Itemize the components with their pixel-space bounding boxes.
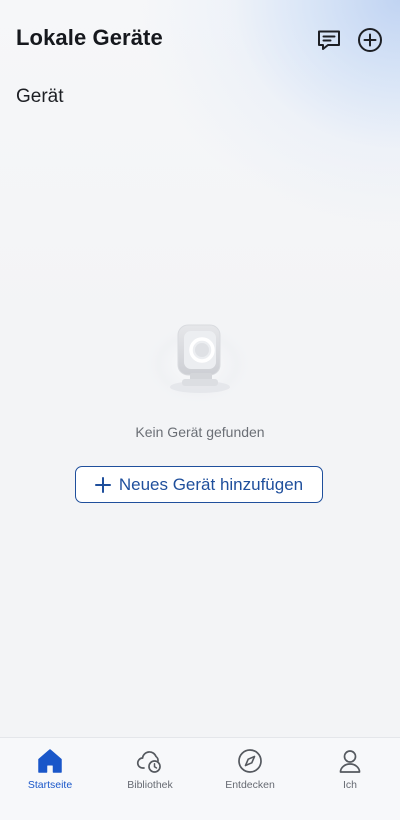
camera-device-illustration [140,305,260,405]
tab-entdecken[interactable]: Entdecken [200,738,300,820]
add-button[interactable] [356,26,384,54]
background-gradient [0,0,400,819]
tab-bibliothek[interactable]: Bibliothek [100,738,200,820]
message-button[interactable] [315,26,343,54]
tab-startseite[interactable]: Startseite [0,738,100,820]
add-new-device-button[interactable]: Neues Gerät hinzufügen [75,466,323,503]
home-icon [36,747,64,775]
empty-state-message: Kein Gerät gefunden [135,424,265,440]
tab-label: Entdecken [225,779,275,791]
tab-label: Bibliothek [127,779,173,791]
add-new-device-label: Neues Gerät hinzufügen [118,474,304,494]
section-title: Gerät [16,86,64,107]
tab-ich[interactable]: Ich [300,738,400,820]
tab-label: Startseite [27,779,73,791]
tab-label: Ich [342,779,357,791]
header: Lokale Geräte [0,0,400,80]
message-icon [318,30,340,50]
cloud-clock-icon [136,747,164,775]
plus-icon [94,476,111,493]
add-circle-icon [358,28,382,52]
bottom-tab-bar: Startseite Bibliothek Entdecken Ich [0,737,400,820]
person-icon [336,747,364,775]
page-title: Lokale Geräte [16,25,163,50]
compass-icon [236,747,264,775]
